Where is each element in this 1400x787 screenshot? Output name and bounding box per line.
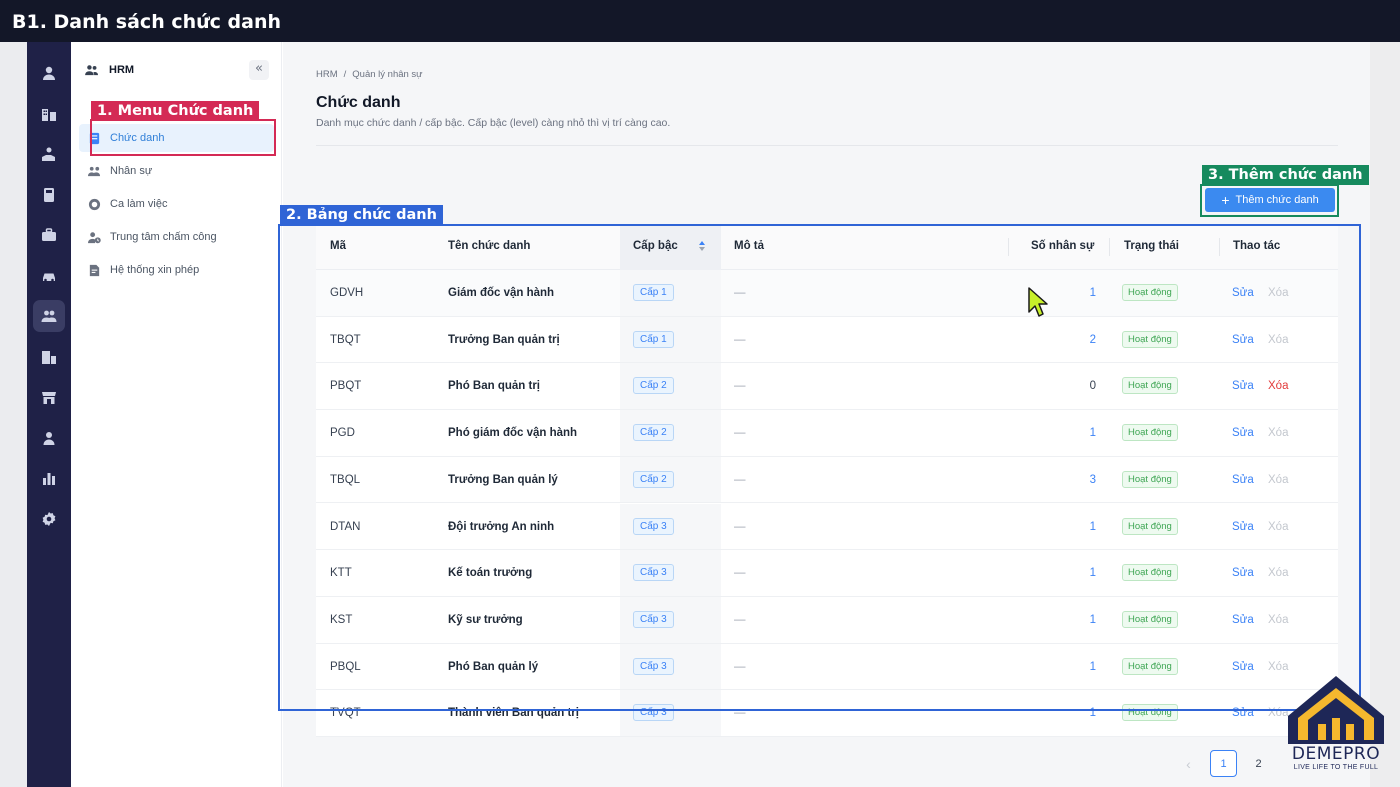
logo-slogan: LIVE LIFE TO THE FULL — [1293, 764, 1379, 771]
mouse-cursor-icon — [1028, 287, 1048, 317]
demepro-house-logo-icon — [1288, 676, 1384, 744]
user-clock-icon — [88, 231, 101, 243]
person-badge-icon[interactable] — [33, 422, 65, 454]
module-header: HRM — [85, 64, 134, 76]
page-title: Chức danh — [316, 94, 401, 111]
brand-logo: DEMEPRO LIVE LIFE TO THE FULL — [1284, 674, 1388, 780]
sidebar-item-nhan-su[interactable]: Nhân sự — [79, 157, 274, 185]
calculator-icon[interactable] — [33, 179, 65, 211]
annotation-label-table: 2. Bảng chức danh — [280, 205, 443, 225]
users-icon — [88, 166, 101, 176]
banner-title: B1. Danh sách chức danh — [12, 11, 281, 33]
header-divider — [316, 145, 1338, 146]
sidebar-item-label: Trung tâm chấm công — [110, 231, 217, 243]
annotation-box-add — [1200, 184, 1339, 217]
sidebar-item-he-thong-xin-phep[interactable]: Hệ thống xin phép — [79, 256, 274, 284]
building-icon[interactable] — [33, 98, 65, 130]
page-2-button[interactable]: 2 — [1245, 750, 1272, 777]
form-icon — [89, 264, 100, 276]
briefcase-icon[interactable] — [33, 219, 65, 251]
icon-rail — [27, 42, 71, 787]
annotation-label-add: 3. Thêm chức danh — [1202, 165, 1369, 185]
hand-coin-icon[interactable] — [33, 138, 65, 170]
breadcrumb-current: Quản lý nhân sự — [352, 69, 423, 80]
clock-icon — [88, 198, 101, 210]
settings-gear-icon[interactable] — [33, 503, 65, 535]
breadcrumb: HRM / Quản lý nhân sự — [316, 69, 429, 80]
user-icon[interactable] — [33, 57, 65, 89]
breadcrumb-hrm[interactable]: HRM — [316, 69, 338, 80]
sidebar-item-label: Hệ thống xin phép — [110, 264, 200, 276]
sidebar-item-label: Nhân sự — [110, 165, 153, 177]
bar-chart-icon[interactable] — [33, 462, 65, 494]
logo-wordmark: DEMEPRO — [1291, 744, 1381, 764]
sidebar-item-ca-lam-viec[interactable]: Ca làm việc — [79, 190, 274, 218]
breadcrumb-separator: / — [343, 69, 347, 80]
annotation-box-menu — [90, 119, 276, 156]
apartment-icon[interactable] — [33, 341, 65, 373]
prev-page-button[interactable]: ‹ — [1175, 750, 1202, 777]
page-1-button[interactable]: 1 — [1210, 750, 1237, 777]
module-title: HRM — [109, 64, 135, 76]
sidebar-item-trung-tam-cham-cong[interactable]: Trung tâm chấm công — [79, 223, 274, 251]
annotation-label-menu: 1. Menu Chức danh — [91, 101, 260, 121]
car-icon[interactable] — [33, 260, 65, 292]
pagination: ‹ 1 2 — [1175, 750, 1272, 777]
store-icon[interactable] — [33, 381, 65, 413]
annotation-box-table — [278, 224, 1361, 711]
collapse-sidebar-icon[interactable]: « — [249, 60, 269, 80]
video-title-bar: B1. Danh sách chức danh — [0, 0, 1400, 42]
hrm-users-icon — [85, 65, 98, 76]
page-subtitle: Danh mục chức danh / cấp bậc. Cấp bậc (l… — [316, 117, 671, 129]
sidebar-item-label: Ca làm việc — [110, 198, 168, 210]
team-icon[interactable] — [33, 300, 65, 332]
